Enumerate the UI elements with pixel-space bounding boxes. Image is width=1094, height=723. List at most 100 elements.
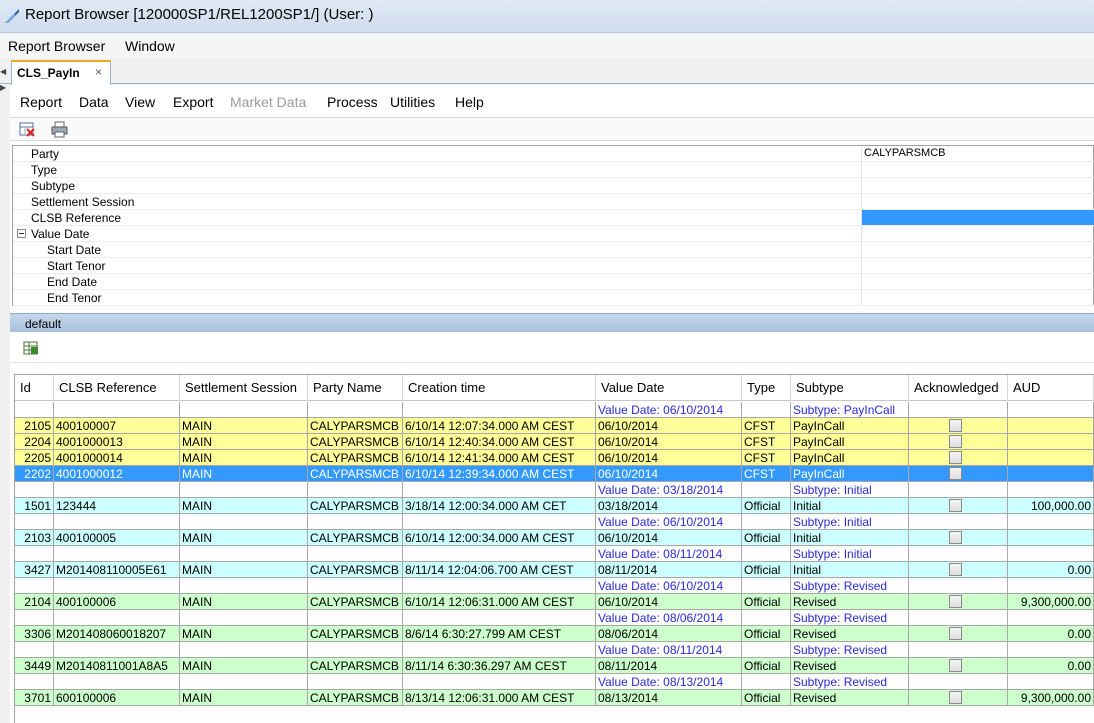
property-row[interactable]: Subtype <box>13 178 1094 194</box>
group-header-row[interactable]: Value Date: 08/13/2014 Subtype: Revised <box>15 674 1094 690</box>
table-row[interactable]: 3449 M20140811001A8A5 MAIN CALYPARSMCB 8/11/… <box>15 658 1094 674</box>
cell-settlement-session: MAIN <box>180 466 308 482</box>
acknowledged-checkbox[interactable] <box>949 499 962 512</box>
property-value[interactable] <box>861 258 1094 273</box>
menu-view[interactable]: View <box>125 94 155 110</box>
cell-id <box>15 482 54 498</box>
cell-aud <box>1008 530 1094 546</box>
cell-aud <box>1008 450 1094 466</box>
table-row[interactable]: 2105 400100007 MAIN CALYPARSMCB 6/10/14 12:0… <box>15 418 1094 434</box>
table-row[interactable]: 3701 600100006 MAIN CALYPARSMCB 8/13/14 12:0… <box>15 690 1094 706</box>
group-header-row[interactable]: Value Date: 08/06/2014 Subtype: Revised <box>15 610 1094 626</box>
menu-window[interactable]: Window <box>125 38 175 54</box>
column-header-clsb-reference[interactable]: CLSB Reference <box>54 375 180 401</box>
cell-id <box>15 514 54 530</box>
property-value[interactable] <box>861 226 1094 241</box>
property-value[interactable] <box>861 162 1094 177</box>
property-value[interactable]: CALYPARSMCB <box>861 146 1094 161</box>
acknowledged-checkbox[interactable] <box>949 691 962 704</box>
cell-type: Official <box>742 690 791 706</box>
group-header-row[interactable]: Value Date: 06/10/2014 Subtype: Revised <box>15 578 1094 594</box>
property-value-selected[interactable] <box>861 210 1094 225</box>
menu-data[interactable]: Data <box>79 94 109 110</box>
property-row[interactable]: Type <box>13 162 1094 178</box>
property-value[interactable] <box>861 178 1094 193</box>
clear-filter-icon[interactable] <box>19 121 36 138</box>
cell-type: Official <box>742 658 791 674</box>
tab-label: CLS_PayIn <box>17 66 80 80</box>
cell-settlement-session: MAIN <box>180 530 308 546</box>
cell-acknowledged <box>909 546 1008 562</box>
acknowledged-checkbox[interactable] <box>949 435 962 448</box>
tab-close-icon[interactable]: × <box>95 65 102 79</box>
cell-clsb-reference <box>54 578 180 594</box>
table-row[interactable]: 2205 4001000014 MAIN CALYPARSMCB 6/10/14 12:… <box>15 450 1094 466</box>
cell-aud <box>1008 482 1094 498</box>
app-icon <box>5 9 19 23</box>
table-row[interactable]: 2204 4001000013 MAIN CALYPARSMCB 6/10/14 12:… <box>15 434 1094 450</box>
side-collapse-arrows[interactable]: ◀ ▶ <box>0 64 8 96</box>
menu-process[interactable]: Process <box>327 94 378 110</box>
cell-settlement-session: MAIN <box>180 690 308 706</box>
property-row[interactable]: Settlement Session <box>13 194 1094 210</box>
acknowledged-checkbox[interactable] <box>949 627 962 640</box>
property-value[interactable] <box>861 194 1094 209</box>
column-header-aud[interactable]: AUD <box>1008 375 1094 401</box>
cell-aud <box>1008 466 1094 482</box>
property-value[interactable] <box>861 242 1094 257</box>
cell-settlement-session <box>180 402 308 418</box>
acknowledged-checkbox[interactable] <box>949 531 962 544</box>
export-excel-icon[interactable] <box>23 340 39 356</box>
cell-subtype: Revised <box>791 594 909 610</box>
column-header-acknowledged[interactable]: Acknowledged <box>909 375 1008 401</box>
cell-party-name: CALYPARSMCB <box>308 690 403 706</box>
group-header-row[interactable]: Value Date: 03/18/2014 Subtype: Initial <box>15 482 1094 498</box>
table-row[interactable]: 2104 400100006 MAIN CALYPARSMCB 6/10/14 12:0… <box>15 594 1094 610</box>
table-row[interactable]: 3427 M201408110005E61 MAIN CALYPARSMCB 8/11/… <box>15 562 1094 578</box>
column-header-value-date[interactable]: Value Date <box>596 375 742 401</box>
group-header-row[interactable]: Value Date: 08/11/2014 Subtype: Revised <box>15 642 1094 658</box>
print-icon[interactable] <box>51 121 68 138</box>
property-value[interactable] <box>861 290 1094 305</box>
property-row[interactable]: Value Date <box>13 226 1094 242</box>
acknowledged-checkbox[interactable] <box>949 659 962 672</box>
property-row[interactable]: End Tenor <box>13 290 1094 306</box>
property-row[interactable]: Start Date <box>13 242 1094 258</box>
cell-settlement-session <box>180 642 308 658</box>
column-header-subtype[interactable]: Subtype <box>791 375 909 401</box>
acknowledged-checkbox[interactable] <box>949 563 962 576</box>
acknowledged-checkbox[interactable] <box>949 467 962 480</box>
group-header-row[interactable]: Value Date: 06/10/2014 Subtype: Initial <box>15 514 1094 530</box>
column-header-settlement-session[interactable]: Settlement Session <box>180 375 308 401</box>
table-row[interactable]: 3306 M201408060018207 MAIN CALYPARSMCB 8/6/1… <box>15 626 1094 642</box>
acknowledged-checkbox[interactable] <box>949 419 962 432</box>
menu-report-browser[interactable]: Report Browser <box>8 38 105 54</box>
property-row[interactable]: Start Tenor <box>13 258 1094 274</box>
column-header-creation-time[interactable]: Creation time <box>403 375 596 401</box>
group-header-row[interactable]: Value Date: 08/11/2014 Subtype: Initial <box>15 546 1094 562</box>
cell-type: Official <box>742 530 791 546</box>
column-header-id[interactable]: Id <box>15 375 54 401</box>
menu-utilities[interactable]: Utilities <box>390 94 435 110</box>
property-row[interactable]: Party CALYPARSMCB <box>13 146 1094 162</box>
menu-help[interactable]: Help <box>455 94 484 110</box>
cell-value-date: Value Date: 08/13/2014 <box>596 674 742 690</box>
property-value[interactable] <box>861 274 1094 289</box>
table-row[interactable]: 2103 400100005 MAIN CALYPARSMCB 6/10/14 12:0… <box>15 530 1094 546</box>
column-header-party-name[interactable]: Party Name <box>308 375 403 401</box>
cell-creation-time: 6/10/14 12:39:34.000 AM CEST <box>403 466 596 482</box>
collapse-icon[interactable] <box>17 229 26 238</box>
acknowledged-checkbox[interactable] <box>949 451 962 464</box>
menu-export[interactable]: Export <box>173 94 213 110</box>
section-header[interactable]: default <box>10 313 1094 332</box>
acknowledged-checkbox[interactable] <box>949 595 962 608</box>
table-row[interactable]: 1501 123444 MAIN CALYPARSMCB 3/18/14 12:00:3… <box>15 498 1094 514</box>
cell-creation-time: 6/10/14 12:07:34.000 AM CEST <box>403 418 596 434</box>
property-row[interactable]: End Date <box>13 274 1094 290</box>
menu-report[interactable]: Report <box>20 94 62 110</box>
table-row[interactable]: 2202 4001000012 MAIN CALYPARSMCB 6/10/14 12:… <box>15 466 1094 482</box>
column-header-type[interactable]: Type <box>742 375 791 401</box>
group-header-row[interactable]: Value Date: 06/10/2014 Subtype: PayInCall <box>15 402 1094 418</box>
tab-cls-payin[interactable]: CLS_PayIn × <box>11 60 111 85</box>
property-row[interactable]: CLSB Reference <box>13 210 1094 226</box>
